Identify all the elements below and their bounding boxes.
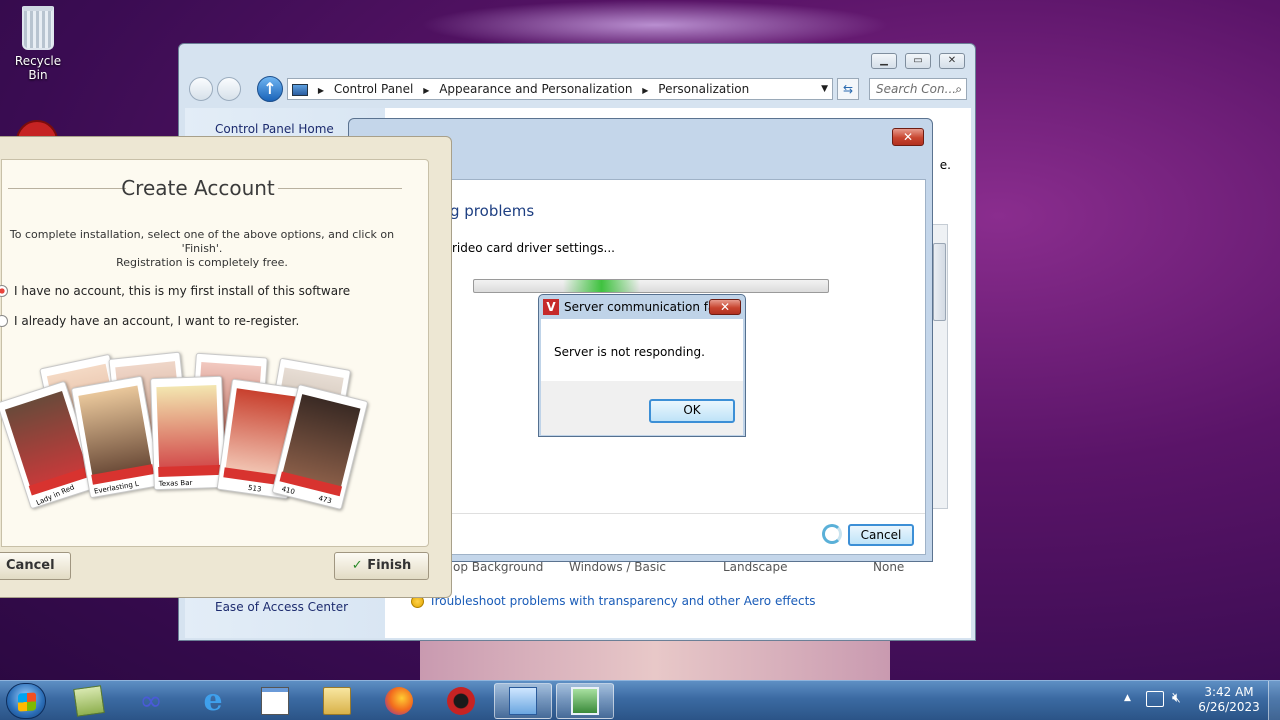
cancel-label: Cancel [6, 558, 55, 573]
error-dialog-close-button[interactable]: ✕ [709, 299, 741, 315]
busy-spinner-icon [822, 524, 842, 544]
clock-date: 6/26/2023 [1198, 700, 1260, 714]
scrollbar[interactable] [931, 224, 948, 509]
start-button[interactable] [6, 683, 46, 719]
error-dialog-footer: OK [541, 381, 743, 435]
recycle-bin[interactable]: Recycle Bin [4, 6, 72, 82]
create-account-window: Create Account To complete installation,… [0, 136, 452, 598]
clock[interactable]: 3:42 AM 6/26/2023 [1196, 685, 1262, 715]
taskbar-notepad-button[interactable] [246, 683, 304, 719]
progress-bar [473, 279, 829, 293]
show-hidden-icons[interactable]: ▲ [1124, 693, 1131, 703]
refresh-icon[interactable]: ⇆ [837, 78, 859, 100]
up-button[interactable]: ↑ [257, 76, 283, 102]
background-label: op Background [453, 560, 544, 574]
taskbar-ie-button[interactable]: e [184, 683, 242, 719]
error-dialog-title: Server communication fa... [564, 300, 727, 314]
notepad-icon [261, 687, 289, 715]
control-panel-home-link[interactable]: Control Panel Home [215, 122, 334, 136]
option-existing-account-label[interactable]: I already have an account, I want to re-… [14, 314, 299, 328]
breadcrumb-separator: ▶ [642, 86, 649, 95]
instructions-line-2: Registration is completely free. [116, 256, 288, 269]
cancel-button[interactable]: Cancel [0, 552, 71, 580]
control-panel-icon [509, 687, 537, 715]
troubleshooter-heading: g problems [450, 202, 535, 220]
search-icon: ⌕ [955, 82, 962, 96]
finish-button[interactable]: ✓ Finish [334, 552, 429, 580]
instructions: To complete installation, select one of … [2, 228, 402, 270]
search-input[interactable]: Search Con... ⌕ [869, 78, 967, 100]
control-panel-icon [292, 83, 308, 96]
volume-muted-icon[interactable]: 🔇︎ [1172, 690, 1181, 706]
folder-icon [323, 687, 351, 715]
breadcrumb-separator: ▶ [423, 86, 430, 95]
error-dialog-body: Server is not responding. [541, 319, 743, 381]
option-new-account-label[interactable]: I have no account, this is my first inst… [14, 284, 350, 298]
card-caption: Texas Bar [158, 478, 193, 489]
taskbar-firefox-button[interactable] [370, 683, 428, 719]
recycle-bin-label: Recycle Bin [14, 54, 62, 82]
ease-of-access-link[interactable]: Ease of Access Center [215, 600, 348, 614]
card-natali: Texas Bar [150, 375, 226, 491]
troubleshoot-link[interactable]: Troubleshoot problems with transparency … [429, 594, 816, 608]
troubleshooter-cancel-button[interactable]: Cancel [848, 524, 914, 546]
windows-logo-icon [18, 692, 36, 712]
card-caption: 473 [317, 494, 333, 506]
app-icon [73, 685, 105, 717]
minimize-button[interactable]: ▁ [871, 53, 897, 69]
checkmark-icon: ✓ [351, 558, 363, 573]
taskbar-app-button[interactable] [60, 683, 118, 719]
app-v-icon: V [543, 299, 559, 315]
taskbar-app-red-button[interactable] [432, 683, 490, 719]
recycle-bin-icon [22, 6, 54, 50]
infinity-icon: ∞ [139, 684, 163, 717]
firefox-icon [385, 687, 413, 715]
ok-button[interactable]: OK [649, 399, 735, 423]
breadcrumb-control-panel[interactable]: Control Panel [334, 79, 414, 99]
error-message: Server is not responding. [554, 345, 705, 359]
card-caption: 513 [247, 483, 262, 494]
back-button[interactable] [189, 77, 213, 101]
radio-new-account[interactable] [0, 285, 8, 297]
title-rule-right [278, 188, 402, 189]
card-caption: 410 [280, 485, 296, 497]
address-bar[interactable]: ▶ Control Panel ▶ Appearance and Persona… [287, 78, 833, 100]
create-account-panel: Create Account To complete installation,… [0, 159, 429, 547]
display-settings-icon [571, 687, 599, 715]
breadcrumb-personalization[interactable]: Personalization [658, 79, 749, 99]
forward-button[interactable] [217, 77, 241, 101]
troubleshooter-status: rideo card driver settings... [452, 241, 615, 255]
sounds-label: Landscape [723, 560, 788, 574]
progress-fill [562, 280, 641, 292]
scrollbar-thumb[interactable] [933, 243, 946, 321]
radio-existing-account[interactable] [0, 315, 8, 327]
taskbar: ∞ e ▲ 🔇︎ 3:42 AM 6/26/2023 [0, 680, 1280, 720]
network-icon[interactable] [1146, 691, 1164, 707]
taskbar-display-button[interactable] [556, 683, 614, 719]
server-error-dialog: V Server communication fa... ✕ Server is… [538, 294, 746, 437]
clock-time: 3:42 AM [1204, 685, 1254, 699]
partial-text: e. [939, 158, 951, 172]
troubleshooter-close-button[interactable]: ✕ [892, 128, 924, 146]
finish-label: Finish [367, 558, 412, 573]
taskbar-infinity-button[interactable]: ∞ [122, 683, 180, 719]
breadcrumb-appearance[interactable]: Appearance and Personalization [439, 79, 632, 99]
address-dropdown-icon[interactable]: ▼ [821, 79, 828, 99]
red-app-icon [447, 687, 475, 715]
taskbar-control-panel-button[interactable] [494, 683, 552, 719]
show-desktop-button[interactable] [1268, 681, 1280, 720]
taskbar-explorer-button[interactable] [308, 683, 366, 719]
breadcrumb-separator: ▶ [317, 86, 324, 95]
card-fan: Lady in Red Everlasting L Texas Bar 513 … [0, 351, 402, 535]
close-button[interactable]: ✕ [939, 53, 965, 69]
color-label: Windows / Basic [569, 560, 667, 574]
maximize-button[interactable]: ▭ [905, 53, 931, 69]
screensaver-label: None [873, 560, 905, 574]
wallpaper-highlight-bottom [420, 640, 890, 685]
instructions-line-1: To complete installation, select one of … [9, 228, 395, 255]
internet-explorer-icon: e [203, 683, 223, 718]
